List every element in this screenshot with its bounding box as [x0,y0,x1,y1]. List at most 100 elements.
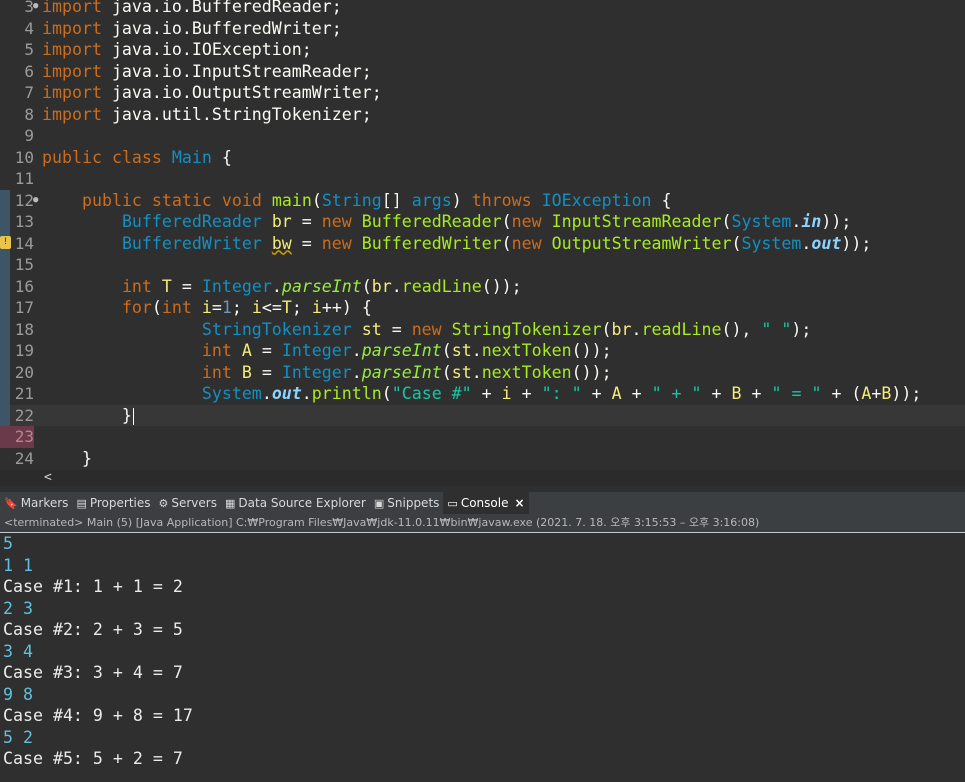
line-number: 21 [14,384,34,403]
text-caret [132,407,134,425]
datasource-icon: ▦ [224,496,236,510]
code-text: import java.io.InputStreamReader; [42,61,372,81]
code-text: } [42,405,134,425]
console-input-line: 2 3 [3,598,33,618]
line-number: 24 [14,448,34,468]
code-line[interactable]: 22 } [0,404,965,426]
code-line[interactable]: 13 BufferedReader br = new BufferedReade… [0,211,965,233]
console-status: <terminated> Main (5) [Java Application]… [0,514,965,532]
line-number: 16 [14,276,34,296]
code-line[interactable]: 23 [0,426,965,448]
code-text: int A = Integer.parseInt(st.nextToken())… [201,341,612,360]
line-number: 11 [14,169,34,188]
code-line[interactable]: 17 for(int i=1; i<=T; i++) { [0,297,965,319]
code-text: System.out.println("Case #" + i + ": " +… [201,384,922,403]
code-text: BufferedWriter bw = new BufferedWriter(n… [121,233,872,253]
tab-markers[interactable]: 🔖 Markers [0,492,72,514]
console-input-line: 3 4 [3,641,33,661]
line-number: 18 [14,319,34,339]
console-input-line: 5 [3,534,13,553]
console-output-line: Case #1: 1 + 1 = 2 [3,577,183,596]
tab-label: Servers [171,496,217,510]
code-line[interactable]: 15 [0,254,965,276]
fold-icon[interactable]: ● [33,190,38,212]
line-number: 5 [24,40,34,59]
code-editor[interactable]: 3 ● import java.io.BufferedReader; 4 import … [0,0,965,470]
code-text: } [42,448,92,468]
tab-console[interactable]: ▭ Console × [443,492,529,514]
line-number: 23 [0,426,34,448]
console-output-line: Case #2: 2 + 3 = 5 [3,620,183,639]
code-line[interactable]: 7 import java.io.OutputStreamWriter; [0,82,965,104]
code-line[interactable]: 14! BufferedWriter bw = new BufferedWrit… [0,232,965,254]
code-text: BufferedReader br = new BufferedReader(n… [121,212,852,231]
line-number: 7 [24,83,34,102]
code-line[interactable]: 11 [0,168,965,190]
bottom-panel-tabs: 🔖 Markers ▤ Properties ⚙ Servers ▦ Data Source … [0,492,965,514]
close-icon[interactable]: × [514,496,524,510]
code-line[interactable]: 8 import java.util.StringTokenizer; [0,104,965,126]
console-input-line: 1 1 [3,555,33,575]
code-line[interactable]: 3 ● import java.io.BufferedReader; [0,0,965,18]
properties-icon: ▤ [76,496,87,510]
line-number: 9 [24,126,34,145]
markers-icon: 🔖 [4,496,18,510]
line-number: 3 [24,0,34,16]
console-icon: ▭ [447,496,458,510]
line-number: 22 [14,405,34,425]
code-text: StringTokenizer st = new StringTokenizer… [201,319,812,339]
code-text: int T = Integer.parseInt(br.readLine()); [121,276,522,296]
code-text: import java.util.StringTokenizer; [42,104,372,124]
code-line[interactable]: 5 import java.io.IOException; [0,39,965,61]
line-number: 20 [14,362,34,382]
code-line[interactable]: 6 import java.io.InputStreamReader; [0,61,965,83]
servers-icon: ⚙ [158,496,169,510]
code-text: import java.io.BufferedWriter; [42,18,342,38]
tab-label: Markers [20,496,69,510]
code-line[interactable]: 21 System.out.println("Case #" + i + ": … [0,383,965,405]
console-output-line: Case #3: 3 + 4 = 7 [3,663,183,682]
code-text: import java.io.BufferedReader; [42,0,342,16]
code-line[interactable]: 4 import java.io.BufferedWriter; [0,18,965,40]
code-line[interactable]: 10 public class Main { [0,147,965,169]
tab-data-source-explorer[interactable]: ▦ Data Source Explorer [221,492,370,514]
code-line[interactable]: 9 [0,125,965,147]
code-line[interactable]: 18 StringTokenizer st = new StringTokeni… [0,318,965,340]
code-text: import java.io.OutputStreamWriter; [42,83,382,102]
line-number: 17 [14,298,34,317]
line-number: 4 [24,18,34,38]
tab-snippets[interactable]: ▣ Snippets [370,492,444,514]
console-input-line: 5 2 [3,727,33,747]
tab-label: Snippets [387,496,440,510]
tab-label: Data Source Explorer [238,496,366,510]
code-text: int B = Integer.parseInt(st.nextToken())… [201,362,612,382]
console-output-line: Case #5: 5 + 2 = 7 [3,749,183,768]
editor-horizontal-scrollbar[interactable]: < [0,470,965,486]
console-input-line: 9 8 [3,684,33,704]
code-line[interactable]: 19 int A = Integer.parseInt(st.nextToken… [0,340,965,362]
code-text: for(int i=1; i<=T; i++) { [121,298,372,317]
code-line[interactable]: 20 int B = Integer.parseInt(st.nextToken… [0,361,965,383]
line-number: 8 [24,104,34,124]
line-number: 12 [14,190,34,210]
warning-icon[interactable]: ! [0,235,11,249]
line-number: 6 [24,61,34,81]
code-line[interactable]: 12 ● public static void main(String[] arg… [0,189,965,212]
snippets-icon: ▣ [373,496,385,510]
line-number: 19 [14,341,34,360]
line-number: 10 [14,147,34,167]
tab-label: Properties [89,496,151,510]
line-number: 15 [14,255,34,274]
code-text: public class Main { [42,147,232,167]
console-output-line: Case #4: 9 + 8 = 17 [3,706,193,725]
code-line[interactable]: 16 int T = Integer.parseInt(br.readLine(… [0,275,965,297]
tab-label: Console [460,496,509,510]
code-text: import java.io.IOException; [42,40,312,59]
code-text: public static void main(String[] args) t… [81,190,672,210]
console-output[interactable]: 5 1 1 Case #1: 1 + 1 = 2 2 3 Case #2: 2 + 3 … [0,532,965,782]
tab-properties[interactable]: ▤ Properties [72,492,154,514]
code-line[interactable]: 24 } [0,448,965,470]
tab-servers[interactable]: ⚙ Servers [155,492,221,514]
fold-icon[interactable]: ● [33,0,38,18]
scroll-left-icon[interactable]: < [44,470,52,486]
